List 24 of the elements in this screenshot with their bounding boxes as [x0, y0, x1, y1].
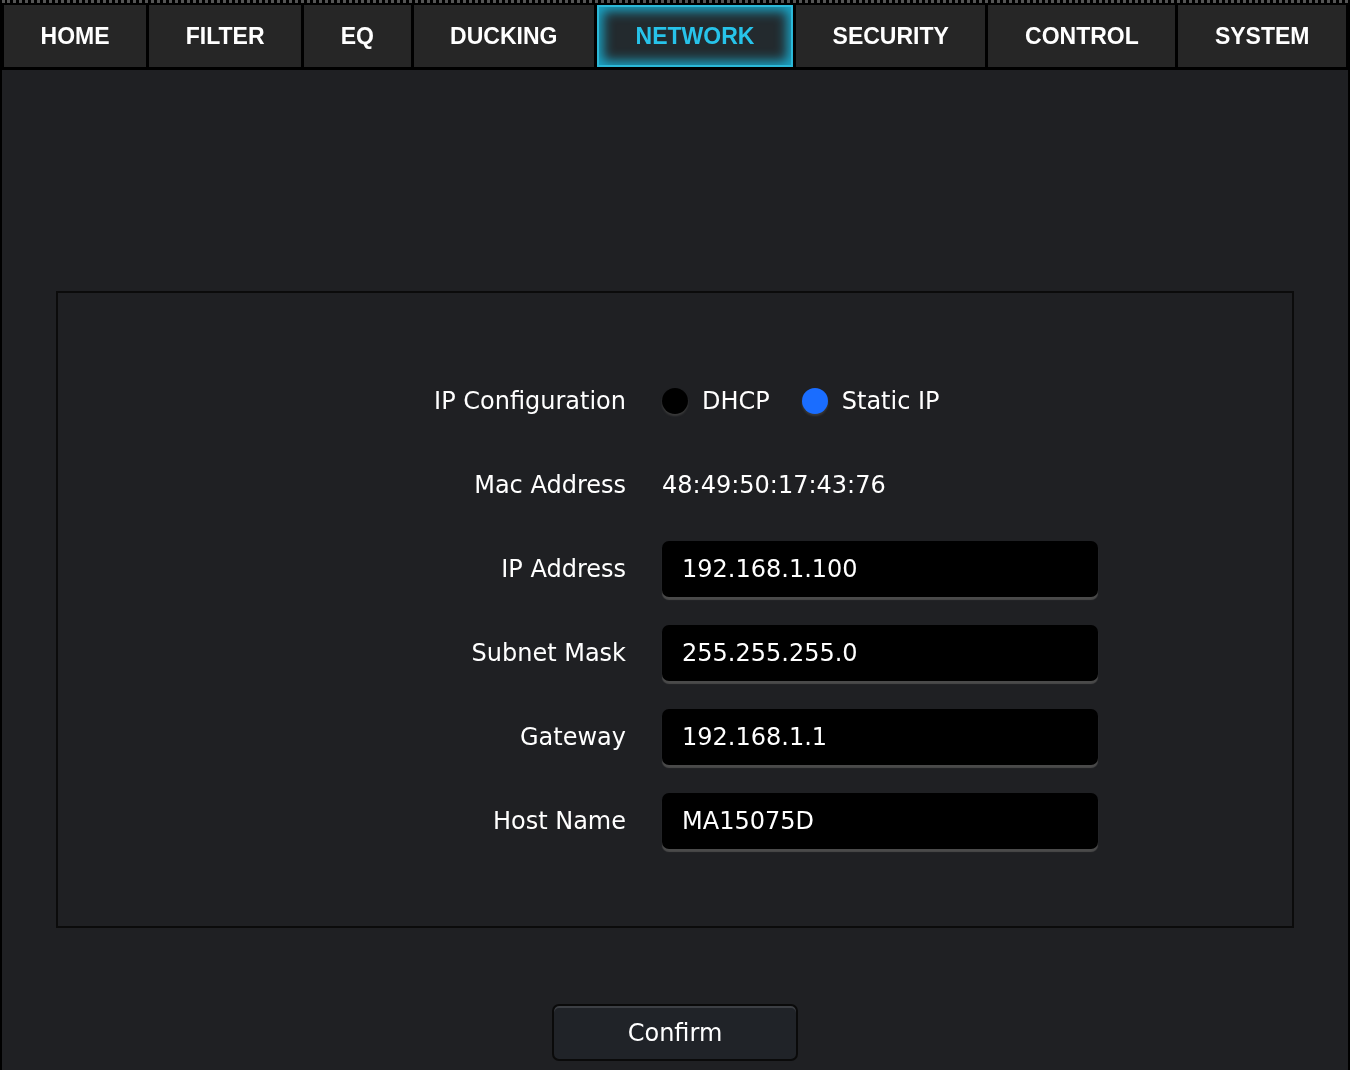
tab[interactable]: EQ — [304, 5, 411, 67]
field-label: Subnet Mask — [471, 639, 626, 667]
tab[interactable]: NETWORK — [597, 5, 793, 67]
field-label: Gateway — [519, 723, 626, 751]
tab[interactable]: FILTER — [149, 5, 302, 67]
tab[interactable]: CONTROL — [988, 5, 1176, 67]
field-label: IP Configuration — [434, 387, 626, 415]
field-label: Mac Address — [474, 471, 626, 499]
confirm-button[interactable]: Confirm — [552, 1004, 798, 1061]
radio-button[interactable] — [662, 388, 688, 414]
input-field[interactable]: 192.168.1.100 — [662, 541, 1098, 597]
input-field[interactable]: MA15075D — [662, 793, 1098, 849]
radio-button[interactable] — [801, 388, 828, 414]
tab[interactable]: SECURITY — [796, 5, 986, 67]
tab[interactable]: DUCKING — [413, 5, 594, 67]
field-label: Host Name — [492, 807, 626, 835]
input-field[interactable]: 192.168.1.1 — [662, 709, 1098, 765]
radio-label[interactable]: DHCP — [702, 387, 770, 415]
input-field[interactable]: 255.255.255.0 — [662, 625, 1098, 681]
tab[interactable]: SYSTEM — [1178, 5, 1347, 67]
mac-address-value: 48:49:50:17:43:76 — [662, 471, 886, 499]
field-label: IP Address — [501, 555, 626, 583]
tab[interactable]: HOME — [4, 5, 147, 67]
radio-label[interactable]: Static IP — [841, 387, 940, 415]
